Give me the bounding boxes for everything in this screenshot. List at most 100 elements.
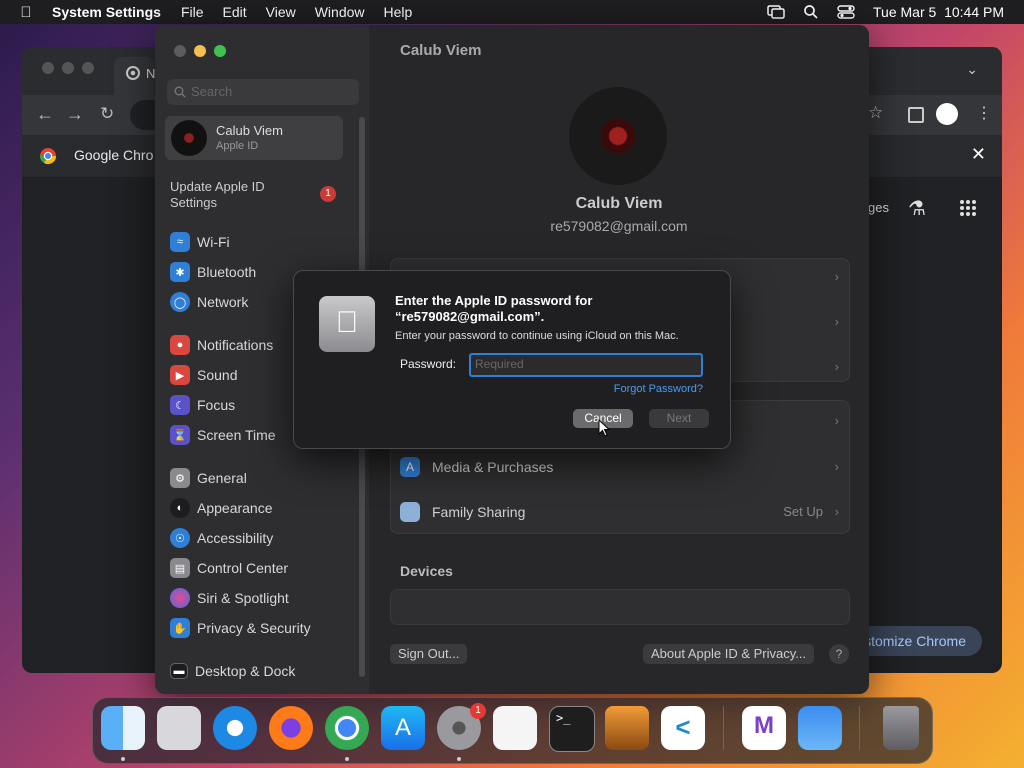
sign-out-button[interactable]: Sign Out... bbox=[390, 644, 468, 664]
profile-avatar[interactable] bbox=[569, 87, 667, 185]
account-avatar bbox=[171, 120, 207, 156]
apple-menu-icon[interactable]:  bbox=[0, 4, 52, 21]
chrome-menu-icon[interactable]: ⋮ bbox=[976, 103, 992, 123]
sidebar-apple-id-account[interactable]: Calub Viem Apple ID bbox=[165, 116, 343, 160]
google-apps-grid-icon[interactable] bbox=[959, 199, 977, 217]
dock-divider bbox=[723, 706, 724, 750]
chrome-notice-text: Google Chro bbox=[74, 147, 154, 163]
chrome-tab-title: N bbox=[146, 66, 156, 81]
search-icon bbox=[174, 86, 186, 98]
sidebar-item-network[interactable]: ◯ Network bbox=[170, 291, 248, 313]
chrome-right-label[interactable]: ges bbox=[868, 200, 889, 215]
spotlight-search-icon[interactable] bbox=[803, 4, 819, 20]
chevron-right-icon: › bbox=[834, 269, 839, 284]
menu-bar:  System Settings File Edit View Window … bbox=[0, 0, 1024, 24]
sidebar-item-screen-time[interactable]: ⌛ Screen Time bbox=[170, 424, 276, 446]
vscode-icon[interactable]: < bbox=[661, 706, 705, 750]
control-center-icon[interactable] bbox=[837, 5, 855, 19]
launchpad-icon[interactable] bbox=[157, 706, 201, 750]
profile-name: Calub Viem bbox=[575, 195, 663, 212]
textedit-icon[interactable] bbox=[493, 706, 537, 750]
sidebar-item-label: Screen Time bbox=[197, 427, 276, 443]
sidebar-item-control-center[interactable]: ▤ Control Center bbox=[170, 557, 288, 579]
firefox-icon[interactable] bbox=[269, 706, 313, 750]
trash-icon[interactable] bbox=[883, 706, 919, 750]
chrome-tab-list-icon[interactable]: ⌄ bbox=[966, 61, 978, 78]
chrome-icon[interactable] bbox=[325, 706, 369, 750]
account-subtitle: Apple ID bbox=[216, 140, 259, 152]
sidebar-item-bluetooth[interactable]: ✱ Bluetooth bbox=[170, 261, 256, 283]
app-store-row-icon: A bbox=[400, 457, 420, 477]
weather-icon[interactable] bbox=[798, 706, 842, 750]
menu-edit[interactable]: Edit bbox=[223, 4, 247, 20]
family-sharing-row[interactable]: Family Sharing Set Up › bbox=[391, 498, 849, 528]
sidebar-item-focus[interactable]: ☾ Focus bbox=[170, 394, 235, 416]
side-panel-icon[interactable] bbox=[908, 107, 924, 123]
sidebar-item-accessibility[interactable]: ☉ Accessibility bbox=[170, 527, 273, 549]
close-window-button[interactable] bbox=[174, 45, 186, 57]
media-purchases-row[interactable]: A Media & Purchases › bbox=[391, 453, 849, 483]
sidebar-item-label: Network bbox=[197, 294, 249, 310]
sidebar-item-label: General bbox=[197, 470, 247, 486]
menu-view[interactable]: View bbox=[266, 4, 296, 20]
menu-file[interactable]: File bbox=[181, 4, 204, 20]
sidebar-item-siri-spotlight[interactable]: Siri & Spotlight bbox=[170, 587, 289, 609]
minimize-window-button[interactable] bbox=[194, 45, 206, 57]
profile-email: re579082@gmail.com bbox=[550, 218, 688, 234]
sidebar-item-desktop-dock[interactable]: ▬ Desktop & Dock bbox=[170, 660, 295, 682]
sidebar-item-label: Accessibility bbox=[197, 530, 274, 546]
menu-app-name[interactable]: System Settings bbox=[52, 4, 161, 20]
sidebar-item-privacy-security[interactable]: ✋ Privacy & Security bbox=[170, 617, 311, 639]
forward-arrow-icon[interactable]: → bbox=[66, 104, 84, 125]
bookmark-star-icon[interactable]: ☆ bbox=[868, 103, 883, 123]
sidebar-item-label: Notifications bbox=[197, 337, 274, 353]
back-arrow-icon[interactable]: ← bbox=[36, 104, 54, 125]
menu-clock[interactable]: Tue Mar 5 10:44 PM bbox=[873, 4, 1004, 20]
sidebar-item-label: Desktop & Dock bbox=[195, 663, 296, 679]
accessibility-icon: ☉ bbox=[170, 528, 190, 548]
running-indicator bbox=[121, 757, 125, 761]
hourglass-icon: ⌛ bbox=[170, 425, 190, 445]
sidebar-item-sound[interactable]: ▶ Sound bbox=[170, 364, 237, 386]
help-button[interactable]: ? bbox=[829, 644, 849, 664]
sidebar-item-appearance[interactable]: ◐ Appearance bbox=[170, 497, 273, 519]
search-placeholder: Search bbox=[191, 84, 233, 99]
sidebar-item-label: Appearance bbox=[197, 500, 273, 516]
chrome-minimize-button[interactable] bbox=[62, 62, 74, 74]
finder-icon[interactable] bbox=[101, 706, 145, 750]
screen-mirroring-icon[interactable] bbox=[767, 5, 785, 19]
terminal-icon[interactable]: >_ bbox=[549, 706, 595, 752]
next-button[interactable]: Next bbox=[649, 409, 709, 428]
sidebar-item-label: Sound bbox=[197, 367, 238, 383]
gear-icon: ⚙ bbox=[170, 468, 190, 488]
garageband-icon[interactable] bbox=[605, 706, 649, 750]
update-label: Update Apple ID Settings bbox=[170, 179, 265, 210]
mouse-cursor-icon bbox=[598, 419, 610, 437]
update-apple-id-settings[interactable]: Update Apple ID Settings 1 bbox=[170, 179, 360, 213]
app-store-icon[interactable]: A bbox=[381, 706, 425, 750]
dialog-message: Enter your password to continue using iC… bbox=[395, 330, 679, 342]
chrome-close-button[interactable] bbox=[42, 62, 54, 74]
chrome-zoom-button[interactable] bbox=[82, 62, 94, 74]
chrome-tab[interactable]: N bbox=[114, 57, 156, 95]
bluetooth-icon: ✱ bbox=[170, 262, 190, 282]
forgot-password-link[interactable]: Forgot Password? bbox=[614, 383, 703, 395]
safari-icon[interactable] bbox=[213, 706, 257, 750]
sidebar-item-wifi[interactable]: ≈ Wi-Fi bbox=[170, 231, 230, 253]
sidebar-search-field[interactable]: Search bbox=[167, 79, 359, 105]
menu-window[interactable]: Window bbox=[315, 4, 365, 20]
password-input[interactable] bbox=[471, 355, 699, 373]
profile-avatar-icon[interactable] bbox=[936, 103, 958, 125]
menu-help[interactable]: Help bbox=[384, 4, 413, 20]
reload-icon[interactable]: ↻ bbox=[100, 104, 114, 124]
about-apple-id-button[interactable]: About Apple ID & Privacy... bbox=[643, 644, 815, 664]
dialog-title: Enter the Apple ID password for “re57908… bbox=[395, 293, 593, 324]
zoom-window-button[interactable] bbox=[214, 45, 226, 57]
sidebar-item-general[interactable]: ⚙ General bbox=[170, 467, 247, 489]
visual-studio-icon[interactable]: M bbox=[742, 706, 786, 750]
sidebar-item-notifications[interactable]: ● Notifications bbox=[170, 334, 273, 356]
apple-id-password-dialog:  Enter the Apple ID password for “re579… bbox=[293, 270, 731, 449]
labs-flask-icon[interactable]: ⚗ bbox=[908, 196, 926, 221]
sidebar-item-label: Focus bbox=[197, 397, 236, 413]
notice-close-icon[interactable]: ✕ bbox=[971, 144, 986, 165]
